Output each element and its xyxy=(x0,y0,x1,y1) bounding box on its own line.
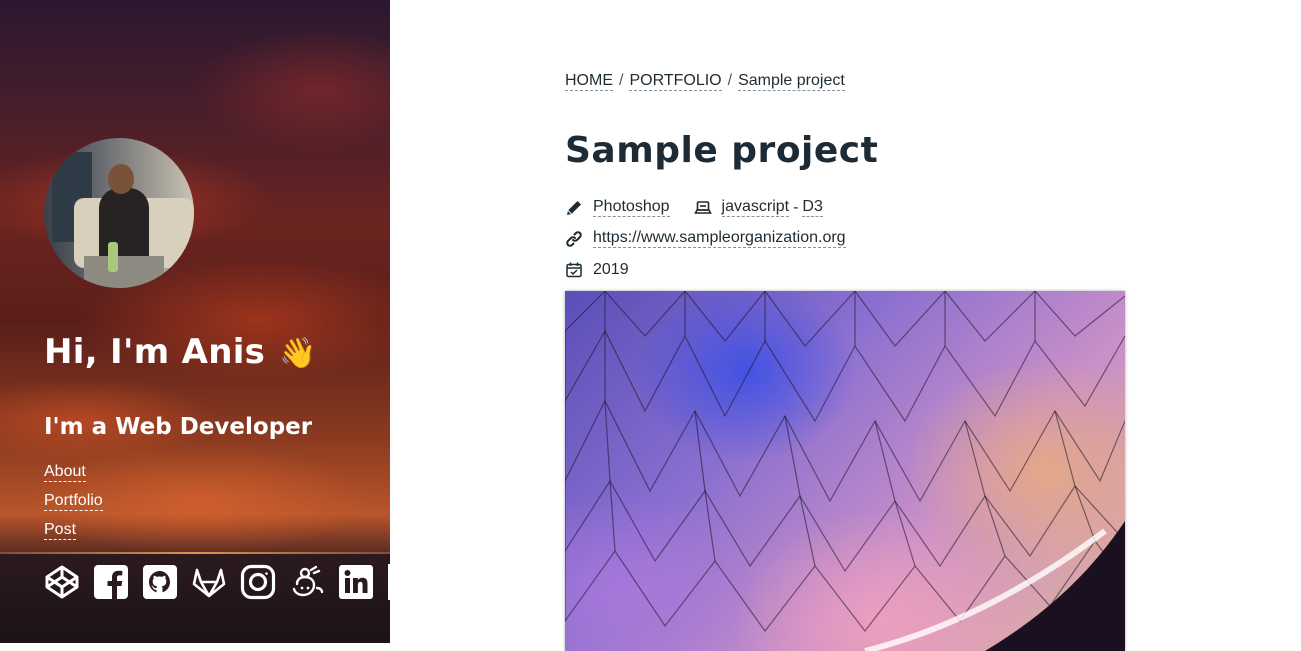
breadcrumb-portfolio[interactable]: PORTFOLIO xyxy=(629,72,722,91)
project-year: 2019 xyxy=(593,261,629,278)
project-hero-image xyxy=(565,291,1125,651)
tech-link-javascript[interactable]: javascript xyxy=(721,198,790,217)
nav-link-portfolio[interactable]: Portfolio xyxy=(44,491,103,511)
role-subtitle: I'm a Web Developer xyxy=(44,414,313,440)
github-icon[interactable] xyxy=(142,564,178,600)
link-icon xyxy=(565,230,583,248)
project-url-link[interactable]: https://www.sampleorganization.org xyxy=(593,229,846,248)
project-year-row: 2019 xyxy=(565,261,629,279)
overflow-icon-edge xyxy=(388,564,390,600)
tool-link-photoshop[interactable]: Photoshop xyxy=(593,198,670,217)
waving-hand-icon: 👋 xyxy=(279,336,317,371)
breadcrumb-home[interactable]: HOME xyxy=(565,72,613,91)
social-links xyxy=(44,564,390,600)
breadcrumb-current[interactable]: Sample project xyxy=(738,72,845,91)
breadcrumb-separator: / xyxy=(727,72,733,89)
nav-link-post[interactable]: Post xyxy=(44,520,77,540)
greeting-text: Hi, I'm Anis xyxy=(44,332,266,372)
project-tools-row: Photoshop javascript - D3 xyxy=(565,198,823,217)
avatar xyxy=(44,138,194,288)
project-url-row: https://www.sampleorganization.org xyxy=(565,229,846,248)
pencil-icon xyxy=(565,199,583,217)
instagram-icon[interactable] xyxy=(240,564,276,600)
laptop-icon xyxy=(693,199,712,217)
greeting-heading: Hi, I'm Anis 👋 xyxy=(44,332,317,372)
tech-link-d3[interactable]: D3 xyxy=(802,198,823,217)
tech-separator: - xyxy=(793,198,799,216)
gitlab-icon[interactable] xyxy=(191,564,227,600)
page-title: Sample project xyxy=(565,130,879,171)
breadcrumb: HOME / PORTFOLIO / Sample project xyxy=(565,72,845,91)
sidebar-nav: About Portfolio Post xyxy=(44,462,103,549)
breadcrumb-separator: / xyxy=(619,72,624,89)
codepen-icon[interactable] xyxy=(44,564,80,600)
keybase-icon[interactable] xyxy=(289,564,325,600)
calendar-icon xyxy=(565,261,583,279)
nav-link-about[interactable]: About xyxy=(44,462,86,482)
facebook-icon[interactable] xyxy=(93,564,129,600)
linkedin-icon[interactable] xyxy=(338,564,374,600)
sidebar: Hi, I'm Anis 👋 I'm a Web Developer About … xyxy=(0,0,390,643)
geodesic-dome-pattern xyxy=(565,291,1125,651)
